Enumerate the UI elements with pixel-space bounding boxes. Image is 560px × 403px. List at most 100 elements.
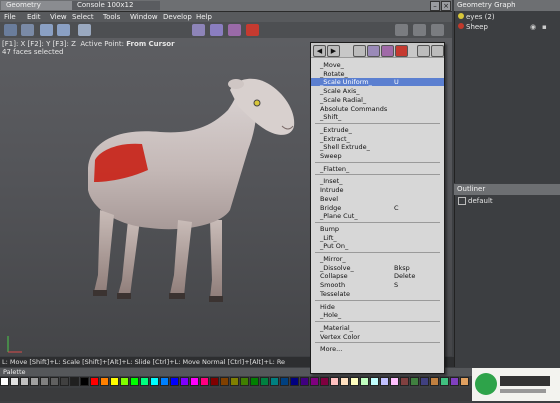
- palette-swatch[interactable]: [310, 377, 319, 386]
- menu-item[interactable]: _Shell Extrude_: [311, 143, 444, 151]
- menu-item[interactable]: Intrude: [311, 186, 444, 194]
- palette-swatch[interactable]: [280, 377, 289, 386]
- save-icon[interactable]: [21, 24, 34, 36]
- undo-icon[interactable]: [40, 24, 53, 36]
- menu-window[interactable]: Window: [130, 12, 158, 22]
- body-mode-icon[interactable]: [246, 24, 259, 36]
- menu-item[interactable]: _Material_: [311, 324, 444, 332]
- color-palette[interactable]: [0, 377, 470, 387]
- vertex-mode-icon[interactable]: [192, 24, 205, 36]
- palette-swatch[interactable]: [20, 377, 29, 386]
- face-select-icon[interactable]: [381, 45, 394, 57]
- palette-swatch[interactable]: [390, 377, 399, 386]
- palette-swatch[interactable]: [440, 377, 449, 386]
- palette-swatch[interactable]: [270, 377, 279, 386]
- menu-item[interactable]: _Scale Axis_: [311, 87, 444, 95]
- menu-edit[interactable]: Edit: [27, 12, 41, 22]
- palette-swatch[interactable]: [300, 377, 309, 386]
- menu-item[interactable]: _Plane Cut_: [311, 212, 444, 220]
- grid-icon[interactable]: [413, 24, 426, 36]
- menu-select[interactable]: Select: [72, 12, 94, 22]
- palette-swatch[interactable]: [340, 377, 349, 386]
- palette-swatch[interactable]: [120, 377, 129, 386]
- minimize-icon[interactable]: –: [430, 1, 440, 11]
- help-icon[interactable]: [78, 24, 91, 36]
- palette-swatch[interactable]: [130, 377, 139, 386]
- palette-swatch[interactable]: [360, 377, 369, 386]
- palette-swatch[interactable]: [10, 377, 19, 386]
- menu-item[interactable]: _Lift_: [311, 234, 444, 242]
- menu-file[interactable]: File: [4, 12, 16, 22]
- vertex-select-icon[interactable]: [353, 45, 366, 57]
- camera-icon[interactable]: [431, 24, 444, 36]
- edge-mode-icon[interactable]: [210, 24, 223, 36]
- menu-item[interactable]: _Move_: [311, 61, 444, 69]
- redo-icon[interactable]: [57, 24, 70, 36]
- palette-swatch[interactable]: [110, 377, 119, 386]
- menu-item[interactable]: _Put On_: [311, 242, 444, 250]
- palette-swatch[interactable]: [140, 377, 149, 386]
- palette-swatch[interactable]: [30, 377, 39, 386]
- shading-icon[interactable]: [431, 45, 444, 57]
- menu-item[interactable]: _Mirror_: [311, 255, 444, 263]
- palette-swatch[interactable]: [410, 377, 419, 386]
- menu-item[interactable]: Tesselate: [311, 290, 444, 298]
- menu-item[interactable]: _Shift_: [311, 113, 444, 121]
- menu-item[interactable]: _Scale Uniform_ U: [311, 78, 444, 87]
- close-icon[interactable]: ×: [441, 1, 451, 11]
- palette-swatch[interactable]: [400, 377, 409, 386]
- edge-select-icon[interactable]: [367, 45, 380, 57]
- palette-swatch[interactable]: [250, 377, 259, 386]
- palette-swatch[interactable]: [50, 377, 59, 386]
- palette-swatch[interactable]: [460, 377, 469, 386]
- palette-swatch[interactable]: [330, 377, 339, 386]
- menu-item[interactable]: _Extrude_: [311, 126, 444, 134]
- menu-view[interactable]: View: [50, 12, 67, 22]
- graph-item-eyes[interactable]: eyes (2): [458, 13, 495, 22]
- menu-develop[interactable]: Develop: [163, 12, 192, 22]
- graph-item-sheep[interactable]: Sheep ◉ ▪: [458, 23, 547, 32]
- palette-swatch[interactable]: [90, 377, 99, 386]
- palette-swatch[interactable]: [80, 377, 89, 386]
- menu-item[interactable]: _Scale Radial_: [311, 96, 444, 104]
- menu-item[interactable]: _Extract_: [311, 135, 444, 143]
- palette-swatch[interactable]: [430, 377, 439, 386]
- tab-console[interactable]: Console 100x12: [72, 1, 160, 10]
- palette-swatch[interactable]: [290, 377, 299, 386]
- palette-swatch[interactable]: [170, 377, 179, 386]
- menu-item[interactable]: _Rotate_: [311, 70, 444, 78]
- palette-swatch[interactable]: [260, 377, 269, 386]
- palette-swatch[interactable]: [240, 377, 249, 386]
- menu-item[interactable]: Collapse Delete: [311, 272, 444, 280]
- back-icon[interactable]: ◀: [313, 45, 326, 57]
- palette-swatch[interactable]: [70, 377, 79, 386]
- palette-swatch[interactable]: [40, 377, 49, 386]
- palette-swatch[interactable]: [100, 377, 109, 386]
- menu-item[interactable]: _Dissolve_ Bksp: [311, 264, 444, 272]
- palette-swatch[interactable]: [350, 377, 359, 386]
- palette-swatch[interactable]: [180, 377, 189, 386]
- menu-item[interactable]: Bridge C: [311, 204, 444, 212]
- menu-item[interactable]: Smooth S: [311, 281, 444, 289]
- face-mode-icon[interactable]: [228, 24, 241, 36]
- palette-swatch[interactable]: [150, 377, 159, 386]
- menu-item[interactable]: Absolute Commands: [311, 105, 444, 113]
- menu-item[interactable]: More...: [311, 345, 444, 353]
- menu-tools[interactable]: Tools: [103, 12, 120, 22]
- lock-icon[interactable]: ▪: [542, 23, 547, 32]
- menu-item[interactable]: Bump: [311, 225, 444, 233]
- palette-swatch[interactable]: [380, 377, 389, 386]
- menu-item[interactable]: Vertex Color: [311, 333, 444, 341]
- palette-swatch[interactable]: [320, 377, 329, 386]
- visibility-eye-icon[interactable]: ◉: [530, 23, 536, 32]
- palette-swatch[interactable]: [220, 377, 229, 386]
- palette-swatch[interactable]: [230, 377, 239, 386]
- palette-swatch[interactable]: [210, 377, 219, 386]
- sheep-model[interactable]: [60, 70, 300, 315]
- menu-item[interactable]: _Hole_: [311, 311, 444, 319]
- axes-icon[interactable]: [395, 24, 408, 36]
- menu-item[interactable]: Sweep: [311, 152, 444, 160]
- palette-swatch[interactable]: [60, 377, 69, 386]
- menu-help[interactable]: Help: [196, 12, 212, 22]
- palette-swatch[interactable]: [0, 377, 9, 386]
